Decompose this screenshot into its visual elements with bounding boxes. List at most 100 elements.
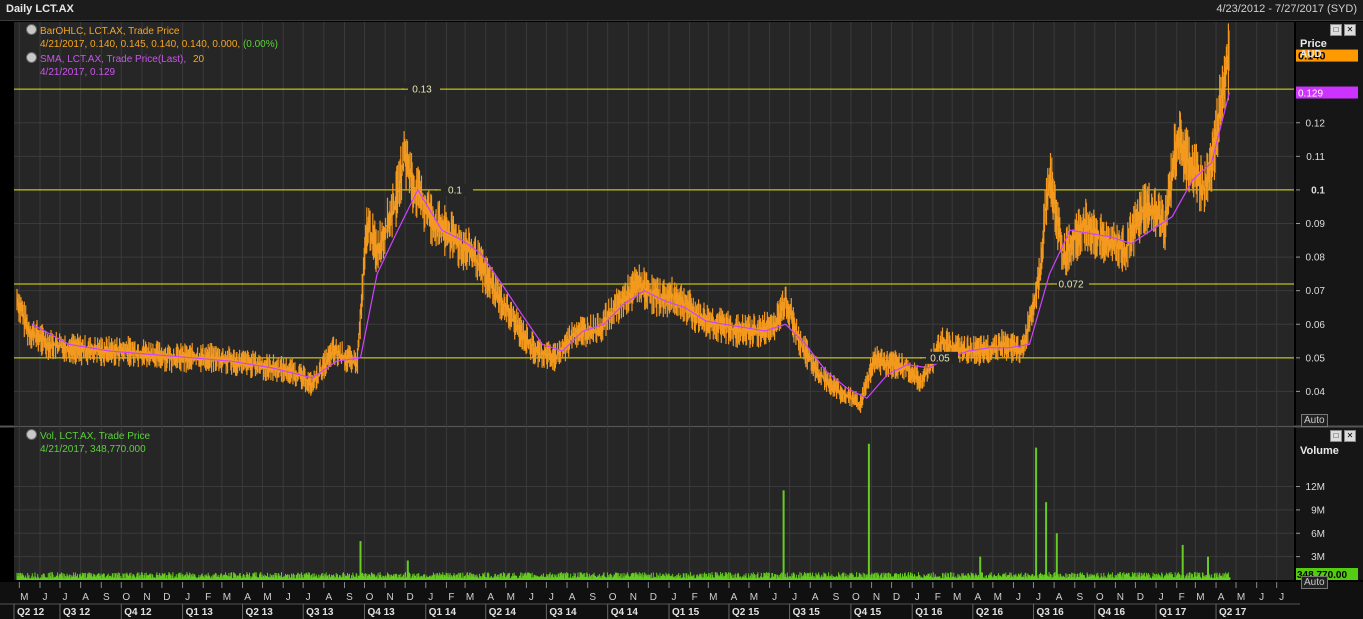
month-label: J — [42, 592, 47, 603]
quarter-label: Q1 15 — [672, 607, 700, 618]
month-label: M — [953, 592, 961, 603]
month-label: A — [569, 592, 576, 603]
restore-icon[interactable]: □ — [1330, 24, 1342, 36]
month-label: F — [1179, 592, 1185, 603]
month-label: J — [1016, 592, 1021, 603]
price-tick-label: 0.04 — [1306, 387, 1326, 398]
month-label: J — [428, 592, 433, 603]
quarter-label: Q3 12 — [63, 607, 91, 618]
month-label: N — [387, 592, 394, 603]
clock-icon[interactable] — [26, 429, 37, 440]
month-label: J — [1259, 592, 1264, 603]
month-label: N — [873, 592, 880, 603]
quarter-label: Q2 16 — [976, 607, 1004, 618]
month-label: J — [1036, 592, 1041, 603]
month-label: D — [407, 592, 414, 603]
month-label: O — [852, 592, 860, 603]
legend-sma-period: 20 — [192, 54, 205, 65]
legend-sma[interactable]: SMA, LCT.AX, Trade Price(Last), 20 4/21/… — [26, 52, 204, 79]
month-label: M — [507, 592, 515, 603]
quarter-label: Q3 15 — [793, 607, 821, 618]
month-label: M — [750, 592, 758, 603]
month-label: A — [244, 592, 251, 603]
chart-canvas: 0.04 0.05 0.06 0.07 0.08 0.09 0.1 0.11 0.12 0.13 0… — [0, 22, 1363, 619]
price-tick-label: 0.12 — [1306, 118, 1326, 129]
legend-ohlc-values: 4/21/2017, 0.140, 0.145, 0.140, 0.140, 0… — [40, 39, 241, 50]
volume-axis-title: Volume — [1300, 445, 1339, 457]
quarter-label: Q3 14 — [549, 607, 577, 618]
month-label: F — [935, 592, 941, 603]
month-label: N — [1117, 592, 1124, 603]
quarter-label: Q4 13 — [367, 607, 395, 618]
clock-icon[interactable] — [26, 52, 37, 63]
quarter-label: Q4 16 — [1098, 607, 1126, 618]
price-tick-label: 0.11 — [1306, 152, 1325, 163]
legend-ohlc-title: BarOHLC, LCT.AX, Trade Price — [40, 26, 180, 37]
month-label: J — [185, 592, 190, 603]
quarter-label: Q1 14 — [429, 607, 457, 618]
quarter-label: Q2 12 — [17, 607, 45, 618]
month-label: J — [549, 592, 554, 603]
month-label: S — [103, 592, 110, 603]
volume-panel-background — [14, 428, 1294, 580]
month-label: F — [205, 592, 211, 603]
month-label: S — [833, 592, 840, 603]
volume-tick-label: 9M — [1311, 505, 1325, 516]
close-icon[interactable]: ✕ — [1344, 430, 1356, 442]
month-label: S — [589, 592, 596, 603]
month-label: D — [650, 592, 657, 603]
price-tick-label: 0.05 — [1306, 353, 1326, 364]
quarter-label: Q2 13 — [246, 607, 274, 618]
volume-tick-label: 6M — [1311, 529, 1325, 540]
clock-icon[interactable] — [26, 24, 37, 35]
month-label: O — [1096, 592, 1104, 603]
month-label: J — [1159, 592, 1164, 603]
sma-value-label: 0.129 — [1298, 89, 1323, 100]
volume-auto-scale-button[interactable]: Auto — [1301, 576, 1328, 589]
axis-area-background — [1296, 22, 1363, 580]
legend-ohlc-change: (0.00%) — [242, 39, 278, 50]
quarter-label: Q1 16 — [915, 607, 943, 618]
month-label: M — [1237, 592, 1245, 603]
month-label: J — [671, 592, 676, 603]
quarter-label: Q3 13 — [306, 607, 334, 618]
month-label: S — [346, 592, 353, 603]
reference-line-label: 0.072 — [1058, 279, 1083, 290]
month-label: J — [772, 592, 777, 603]
month-label: S — [1076, 592, 1083, 603]
month-label: A — [1056, 592, 1063, 603]
month-label: A — [812, 592, 819, 603]
legend-sma-title: SMA, LCT.AX, Trade Price(Last), — [40, 54, 187, 65]
month-label: M — [263, 592, 271, 603]
month-label: J — [62, 592, 67, 603]
quarter-label: Q4 12 — [124, 607, 152, 618]
quarter-label: Q2 17 — [1219, 607, 1247, 618]
month-label: M — [466, 592, 474, 603]
close-icon[interactable]: ✕ — [1344, 24, 1356, 36]
price-tick-label: 0.1 — [1311, 185, 1325, 196]
legend-volume[interactable]: Vol, LCT.AX, Trade Price 4/21/2017, 348,… — [26, 429, 150, 456]
reference-line-label: 0.13 — [412, 85, 432, 96]
price-tick-label: 0.09 — [1306, 219, 1326, 230]
month-label: J — [1279, 592, 1284, 603]
month-label: A — [1218, 592, 1225, 603]
month-label: D — [893, 592, 900, 603]
month-label: M — [1196, 592, 1204, 603]
month-label: O — [609, 592, 617, 603]
month-label: A — [487, 592, 494, 603]
month-label: M — [223, 592, 231, 603]
month-label: O — [366, 592, 374, 603]
month-label: J — [529, 592, 534, 603]
legend-sma-values: 4/21/2017, 0.129 — [40, 67, 116, 78]
month-label: N — [630, 592, 637, 603]
month-label: D — [163, 592, 170, 603]
quarter-label: Q3 16 — [1036, 607, 1064, 618]
restore-icon[interactable]: □ — [1330, 430, 1342, 442]
month-label: N — [143, 592, 150, 603]
price-auto-scale-button[interactable]: Auto — [1301, 414, 1328, 427]
quarter-label: Q2 14 — [489, 607, 517, 618]
legend-ohlc[interactable]: BarOHLC, LCT.AX, Trade Price 4/21/2017, … — [26, 24, 278, 51]
month-label: A — [82, 592, 89, 603]
price-tick-label: 0.06 — [1306, 320, 1326, 331]
month-label: M — [709, 592, 717, 603]
